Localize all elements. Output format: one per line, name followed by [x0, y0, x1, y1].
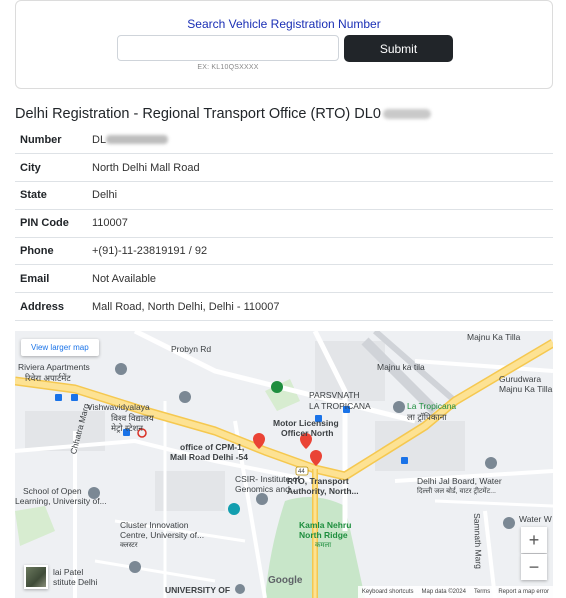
- map-label: कमला: [315, 542, 332, 549]
- map-label: stitute Delhi: [53, 577, 98, 587]
- map-data-text: Map data ©2024: [421, 589, 466, 595]
- map-label: Delhi Jal Board, Water: [417, 476, 502, 486]
- map-label: मेट्रो स्टेशन: [111, 423, 144, 433]
- table-row: Number DL: [15, 126, 553, 154]
- map-label: PARSVNATH: [309, 390, 360, 400]
- rto-details-table: Number DL City North Delhi Mall Road Sta…: [15, 126, 553, 321]
- embedded-map[interactable]: View larger map Majnu Ka Tilla Riviera A…: [15, 331, 553, 598]
- map-label: Water W: [519, 514, 552, 524]
- map-label: Kamla Nehru: [299, 520, 352, 530]
- redacted-number: [106, 135, 169, 145]
- table-row: PIN Code 110007: [15, 209, 553, 238]
- map-label: LA TROPICANA: [309, 401, 371, 411]
- map-label: Motor Licensing: [273, 418, 339, 428]
- map-label: Officer North: [281, 428, 334, 438]
- view-larger-map-link[interactable]: View larger map: [21, 339, 99, 356]
- map-label: Vishwavidyalaya: [87, 402, 150, 412]
- map-label: Majnu ka tila: [377, 362, 425, 372]
- map-label: Majnu Ka Tilla: [499, 384, 553, 394]
- row-label: Number: [20, 133, 62, 146]
- table-row: Address Mall Road, North Delhi, Delhi - …: [15, 293, 553, 321]
- keyboard-shortcuts-link[interactable]: Keyboard shortcuts: [362, 589, 414, 595]
- page-title: Delhi Registration - Regional Transport …: [15, 106, 431, 122]
- map-canvas[interactable]: [15, 331, 553, 598]
- highway-shield-label: 44: [298, 469, 305, 475]
- map-label: UNIVERSITY OF: [165, 585, 231, 595]
- map-label: Mall Road Delhi -54: [170, 452, 248, 462]
- terms-link[interactable]: Terms: [474, 589, 490, 595]
- map-label: रिवेरा अपार्टमेंट: [25, 373, 71, 383]
- row-value: 110007: [92, 217, 128, 230]
- map-label: La Tropicana: [407, 401, 457, 411]
- map-label: Riviera Apartments: [18, 362, 90, 372]
- table-row: Email Not Available: [15, 265, 553, 293]
- zoom-out-button[interactable]: −: [521, 554, 547, 580]
- map-label: Learning, University of...: [15, 496, 107, 506]
- table-row: State Delhi: [15, 182, 553, 210]
- zoom-in-button[interactable]: +: [521, 527, 547, 553]
- map-label: Majnu Ka Tilla: [467, 332, 521, 342]
- search-card: Search Vehicle Registration Number Submi…: [15, 0, 553, 89]
- map-label: Samnath Marg: [472, 512, 484, 570]
- map-label: Gurudwara: [499, 374, 542, 384]
- row-label: State: [20, 189, 47, 202]
- map-label: office of CPM-1,: [180, 442, 245, 452]
- row-value: Delhi: [92, 189, 118, 202]
- row-label: Phone: [20, 245, 54, 258]
- map-label: दिल्ली जल बोर्ड, वाटर ट्रीटमेंट...: [417, 488, 496, 495]
- map-label: क्लस्टर: [120, 542, 138, 549]
- search-title: Search Vehicle Registration Number: [187, 17, 381, 31]
- map-label: lai Patel: [53, 567, 84, 577]
- row-value: Mall Road, North Delhi, Delhi - 110007: [92, 300, 280, 313]
- redacted-text: [382, 109, 431, 120]
- map-label: Probyn Rd: [171, 344, 212, 354]
- map-label: Authority, North...: [287, 486, 359, 496]
- number-prefix: DL: [92, 133, 107, 146]
- registration-search-input[interactable]: [117, 35, 339, 61]
- map-label: RTO, Transport: [287, 476, 349, 486]
- table-row: Phone +(91)-11-23819191 / 92: [15, 237, 553, 265]
- row-label: Address: [20, 300, 65, 313]
- map-label: School of Open: [23, 486, 82, 496]
- search-hint: EX: KL10QSXXXX: [197, 64, 259, 71]
- page-title-text: Delhi Registration - Regional Transport …: [15, 106, 381, 122]
- row-value: Not Available: [92, 272, 157, 285]
- map-label: North Ridge: [299, 530, 348, 540]
- google-logo: Google: [268, 575, 303, 586]
- row-label: Email: [20, 272, 50, 285]
- map-attribution: Keyboard shortcuts Map data ©2024 Terms …: [357, 586, 553, 598]
- satellite-toggle[interactable]: [24, 565, 48, 589]
- submit-button[interactable]: Submit: [344, 35, 453, 62]
- row-value: DL: [87, 126, 553, 154]
- row-value: +(91)-11-23819191 / 92: [92, 245, 208, 258]
- row-label: PIN Code: [20, 217, 69, 230]
- row-label: City: [20, 161, 41, 174]
- map-label: Centre, University of...: [120, 530, 205, 540]
- row-value: North Delhi Mall Road: [92, 161, 200, 174]
- map-label: ला ट्रॉपिकाना: [407, 412, 447, 422]
- map-label: विश्व विद्यालय: [111, 413, 154, 423]
- report-error-link[interactable]: Report a map error: [498, 589, 549, 595]
- table-row: City North Delhi Mall Road: [15, 154, 553, 182]
- map-label: Cluster Innovation: [120, 520, 189, 530]
